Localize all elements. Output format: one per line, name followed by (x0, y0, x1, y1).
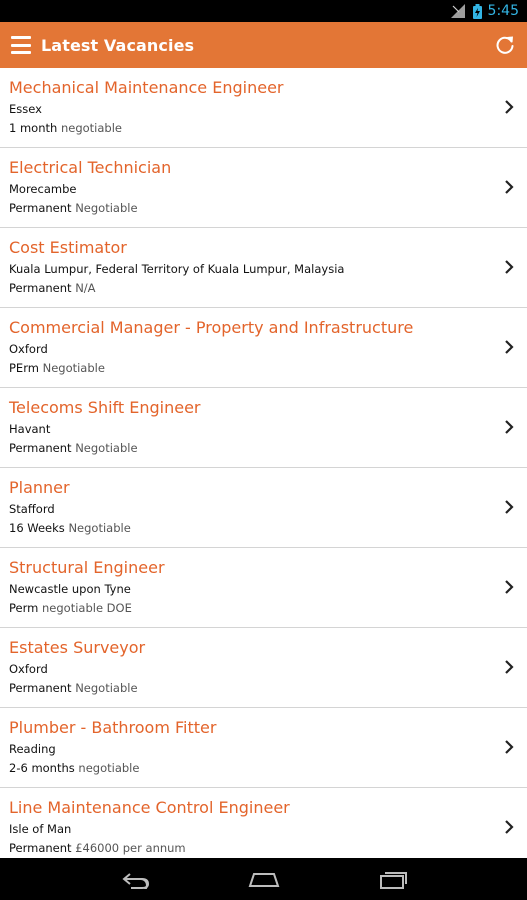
job-meta: PErm Negotiable (9, 361, 105, 375)
job-rate: Negotiable (75, 441, 138, 455)
job-type: Permanent (9, 281, 72, 295)
chevron-right-icon (505, 820, 514, 834)
job-type: Perm (9, 601, 39, 615)
job-meta: 1 month negotiable (9, 121, 122, 135)
list-item[interactable]: Plumber - Bathroom Fitter Reading 2-6 mo… (0, 708, 527, 788)
job-meta: 16 Weeks Negotiable (9, 521, 131, 535)
status-time: 5:45 (487, 3, 519, 19)
list-item[interactable]: Commercial Manager - Property and Infras… (0, 308, 527, 388)
job-title: Cost Estimator (9, 238, 127, 257)
home-button[interactable] (244, 866, 284, 892)
job-meta: Permanent N/A (9, 281, 96, 295)
vacancy-list: Mechanical Maintenance Engineer Essex 1 … (0, 68, 527, 858)
job-rate: N/A (75, 281, 96, 295)
chevron-right-icon (505, 660, 514, 674)
job-title: Plumber - Bathroom Fitter (9, 718, 217, 737)
job-rate: Negotiable (42, 361, 105, 375)
signal-icon (450, 4, 465, 18)
chevron-right-icon (505, 420, 514, 434)
job-meta: Permanent Negotiable (9, 681, 138, 695)
job-meta: 2-6 months negotiable (9, 761, 139, 775)
job-type: Permanent (9, 841, 72, 855)
job-meta: Permanent Negotiable (9, 201, 138, 215)
job-type: PErm (9, 361, 39, 375)
job-rate: Negotiable (75, 681, 138, 695)
job-meta: Perm negotiable DOE (9, 601, 132, 615)
home-icon (248, 873, 279, 887)
job-title: Estates Surveyor (9, 638, 146, 657)
list-item[interactable]: Electrical Technician Morecambe Permanen… (0, 148, 527, 228)
list-item[interactable]: Cost Estimator Kuala Lumpur, Federal Ter… (0, 228, 527, 308)
navigation-bar (0, 858, 527, 900)
job-type: Permanent (9, 441, 72, 455)
job-location: Havant (9, 422, 51, 436)
job-type: Permanent (9, 201, 72, 215)
job-type: 16 Weeks (9, 521, 65, 535)
list-item[interactable]: Telecoms Shift Engineer Havant Permanent… (0, 388, 527, 468)
chevron-right-icon (505, 100, 514, 114)
job-location: Oxford (9, 662, 48, 676)
refresh-icon[interactable] (493, 33, 517, 57)
job-location: Newcastle upon Tyne (9, 582, 131, 596)
job-rate: negotiable (60, 121, 122, 135)
chevron-right-icon (505, 580, 514, 594)
action-bar: Latest Vacancies (0, 22, 527, 68)
recent-apps-icon (379, 872, 407, 889)
job-rate: £46000 per annum (75, 841, 186, 855)
job-location: Oxford (9, 342, 48, 356)
list-item[interactable]: Planner Stafford 16 Weeks Negotiable (0, 468, 527, 548)
menu-icon[interactable] (11, 36, 31, 54)
list-item[interactable]: Estates Surveyor Oxford Permanent Negoti… (0, 628, 527, 708)
job-type: 2-6 months (9, 761, 75, 775)
back-icon (121, 873, 149, 889)
job-title: Electrical Technician (9, 158, 172, 177)
job-meta: Permanent £46000 per annum (9, 841, 186, 855)
chevron-right-icon (505, 740, 514, 754)
battery-icon (472, 3, 482, 19)
job-title: Planner (9, 478, 70, 497)
job-type: Permanent (9, 681, 72, 695)
job-location: Essex (9, 102, 42, 116)
chevron-right-icon (505, 260, 514, 274)
job-rate: Negotiable (68, 521, 131, 535)
job-location: Morecambe (9, 182, 77, 196)
back-button[interactable] (115, 866, 155, 892)
job-rate: Negotiable (75, 201, 138, 215)
page-title: Latest Vacancies (41, 35, 195, 55)
job-type: 1 month (9, 121, 58, 135)
recent-apps-button[interactable] (373, 866, 413, 892)
job-location: Isle of Man (9, 822, 72, 836)
job-location: Stafford (9, 502, 55, 516)
list-item[interactable]: Mechanical Maintenance Engineer Essex 1 … (0, 68, 527, 148)
job-title: Line Maintenance Control Engineer (9, 798, 290, 817)
job-title: Commercial Manager - Property and Infras… (9, 318, 414, 337)
job-title: Structural Engineer (9, 558, 165, 577)
job-location: Reading (9, 742, 56, 756)
chevron-right-icon (505, 500, 514, 514)
job-title: Mechanical Maintenance Engineer (9, 78, 284, 97)
status-bar: 5:45 (0, 0, 527, 22)
list-item[interactable]: Line Maintenance Control Engineer Isle o… (0, 788, 527, 858)
job-rate: negotiable (78, 761, 140, 775)
list-item[interactable]: Structural Engineer Newcastle upon Tyne … (0, 548, 527, 628)
chevron-right-icon (505, 180, 514, 194)
job-location: Kuala Lumpur, Federal Territory of Kuala… (9, 262, 345, 276)
job-title: Telecoms Shift Engineer (9, 398, 201, 417)
job-meta: Permanent Negotiable (9, 441, 138, 455)
chevron-right-icon (505, 340, 514, 354)
job-rate: negotiable DOE (42, 601, 132, 615)
